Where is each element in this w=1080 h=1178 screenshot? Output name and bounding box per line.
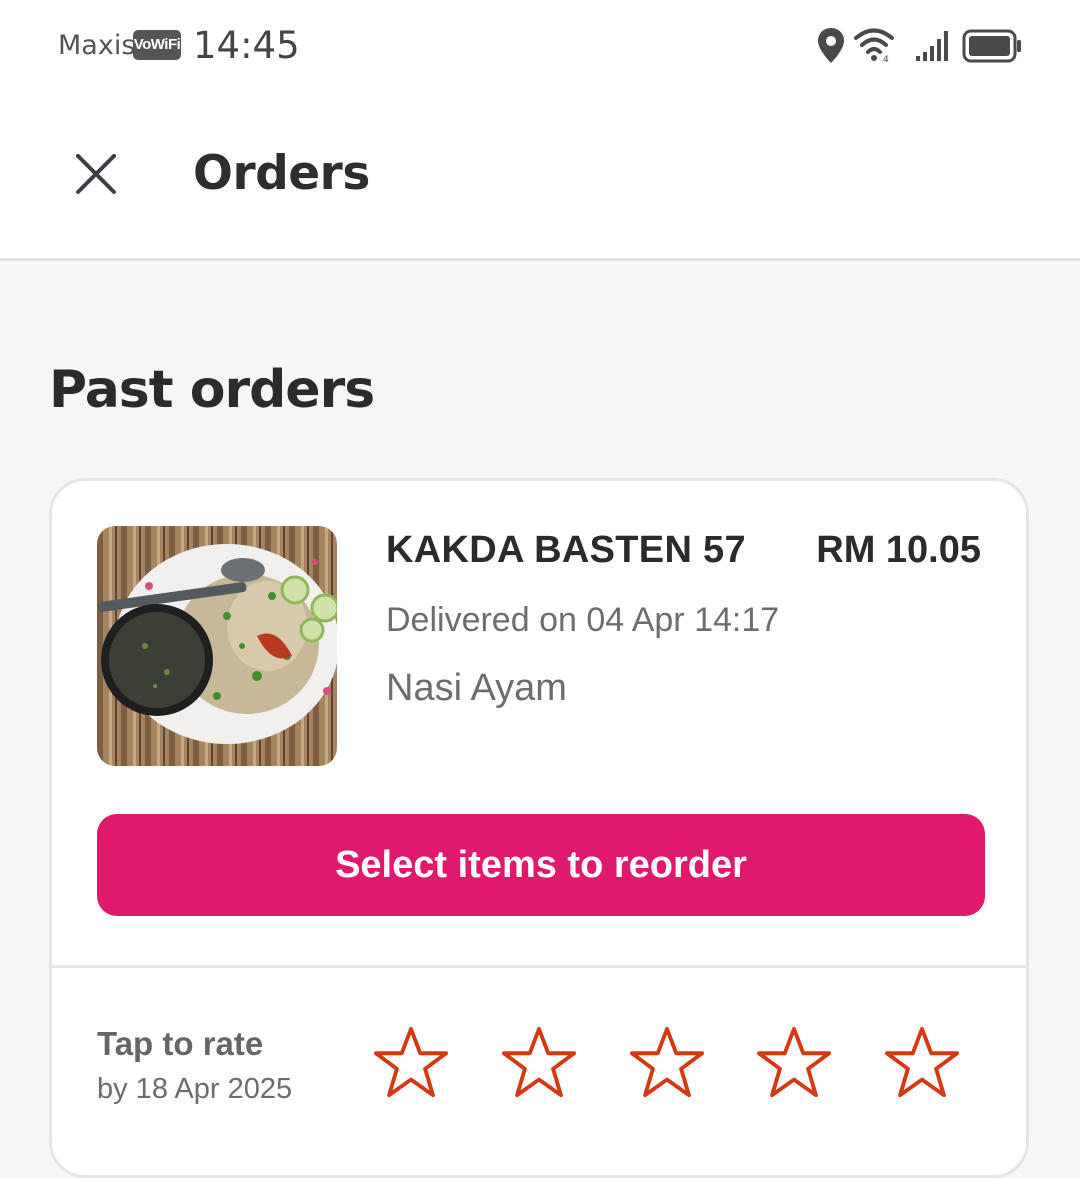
card-divider (52, 965, 1026, 968)
status-bar: Maxis VoWiFi 14:45 4 (0, 0, 1080, 92)
carrier-name: Maxis (58, 30, 136, 61)
food-image (97, 526, 337, 766)
vendor-name: KAKDA BASTEN 57 (386, 529, 746, 571)
order-price: RM 10.05 (816, 529, 981, 571)
delivery-status: Delivered on 04 Apr 14:17 (386, 601, 780, 639)
location-icon (818, 28, 844, 63)
battery-icon (962, 29, 1021, 63)
page-title: Orders (193, 146, 370, 201)
svg-text:4: 4 (883, 55, 889, 65)
star-1-icon[interactable] (372, 1025, 450, 1101)
section-title-past-orders: Past orders (49, 360, 375, 420)
rate-prompt: Tap to rate (97, 1025, 264, 1062)
status-time: 14:45 (193, 24, 300, 67)
rate-deadline: by 18 Apr 2025 (97, 1073, 293, 1105)
star-2-icon[interactable] (500, 1025, 578, 1101)
app-header: Orders (0, 92, 1080, 261)
order-items: Nasi Ayam (386, 667, 567, 709)
order-card[interactable]: KAKDA BASTEN 57 RM 10.05 Delivered on 04… (49, 478, 1029, 1178)
reorder-button[interactable]: Select items to reorder (97, 814, 985, 916)
wifi-icon: 4 (854, 28, 894, 65)
vowifi-badge: VoWiFi (133, 30, 181, 60)
close-icon[interactable] (66, 144, 126, 204)
star-4-icon[interactable] (755, 1025, 833, 1101)
star-5-icon[interactable] (883, 1025, 961, 1101)
star-3-icon[interactable] (628, 1025, 706, 1101)
signal-icon (916, 31, 948, 61)
